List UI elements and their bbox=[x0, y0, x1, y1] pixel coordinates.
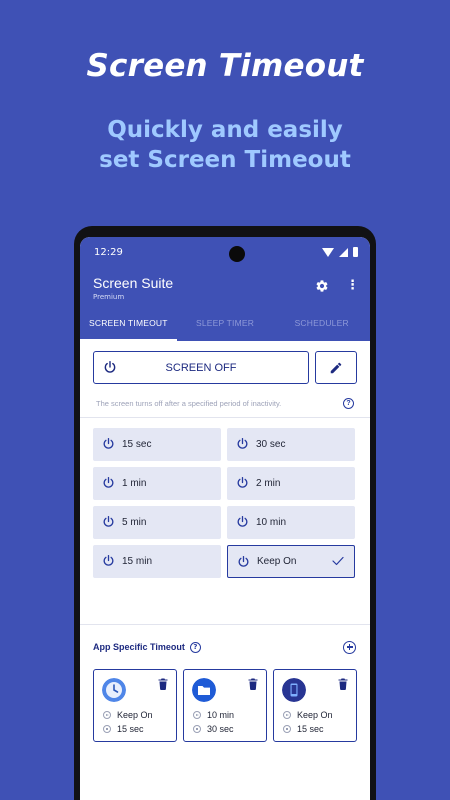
wifi-icon bbox=[322, 248, 334, 257]
stop-icon bbox=[103, 725, 111, 733]
tab-screen-timeout[interactable]: SCREEN TIMEOUT bbox=[80, 315, 177, 341]
timeout-option-label: 5 min bbox=[122, 517, 147, 528]
power-icon bbox=[103, 476, 114, 488]
add-circle-icon[interactable] bbox=[343, 640, 356, 654]
timeout-option-label: 30 sec bbox=[256, 439, 286, 450]
timeout-option-label: Keep On bbox=[257, 556, 297, 567]
card-off-value: 15 sec bbox=[117, 724, 144, 734]
power-icon bbox=[103, 437, 114, 449]
timeout-option-15-min[interactable]: 15 min bbox=[93, 545, 221, 578]
promo-subtitle-line-2: set Screen Timeout bbox=[99, 147, 351, 173]
edit-button[interactable] bbox=[315, 351, 357, 384]
files-app-icon bbox=[192, 678, 216, 702]
timeout-option-keep-on[interactable]: Keep On bbox=[227, 545, 355, 578]
screen-off-button[interactable]: SCREEN OFF bbox=[93, 351, 309, 384]
timeout-option-label: 2 min bbox=[256, 478, 281, 489]
power-icon bbox=[103, 554, 114, 566]
screen-off-row: SCREEN OFF bbox=[93, 351, 357, 384]
play-icon bbox=[283, 711, 291, 719]
status-icons bbox=[322, 247, 358, 257]
play-icon bbox=[193, 711, 201, 719]
card-screen-off-row: 30 sec bbox=[193, 724, 234, 734]
card-on-value: Keep On bbox=[297, 710, 333, 720]
card-screen-off-row: 15 sec bbox=[103, 724, 144, 734]
app-timeout-cards: Keep On 15 sec 10 min 30 sec Keep On 15 … bbox=[93, 669, 357, 742]
checkmark-icon bbox=[332, 556, 344, 566]
card-screen-on-row: Keep On bbox=[103, 710, 153, 720]
phone-screen: 12:29 Screen Suite Premium ⋮ SCREEN TIME… bbox=[80, 237, 370, 800]
app-timeout-card[interactable]: Keep On 15 sec bbox=[93, 669, 177, 742]
card-off-value: 30 sec bbox=[207, 724, 234, 734]
timeout-option-10-min[interactable]: 10 min bbox=[227, 506, 355, 539]
app-tier-label: Premium bbox=[93, 293, 125, 301]
timeout-options-grid: 15 sec 30 sec 1 min 2 min 5 min 10 min 1… bbox=[93, 428, 357, 578]
trash-icon[interactable] bbox=[158, 678, 168, 690]
play-icon bbox=[103, 711, 111, 719]
timeout-option-label: 15 min bbox=[122, 556, 153, 567]
help-icon[interactable]: ? bbox=[343, 397, 354, 409]
promo-title: Screen Timeout bbox=[86, 48, 364, 84]
tab-bar: SCREEN TIMEOUT SLEEP TIMER SCHEDULER bbox=[80, 315, 370, 341]
timeout-option-label: 10 min bbox=[256, 517, 287, 528]
timeout-hint: The screen turns off after a specified p… bbox=[93, 393, 357, 413]
card-screen-off-row: 15 sec bbox=[283, 724, 324, 734]
app-bar: 12:29 Screen Suite Premium ⋮ SCREEN TIME… bbox=[80, 237, 370, 341]
settings-gear-icon[interactable] bbox=[315, 279, 329, 293]
promo-subtitle-line-1: Quickly and easily bbox=[107, 117, 343, 143]
clock-app-icon bbox=[102, 678, 126, 702]
app-title: Screen Suite bbox=[93, 275, 174, 291]
tab-scheduler[interactable]: SCHEDULER bbox=[273, 315, 370, 341]
timeout-option-label: 15 sec bbox=[122, 439, 152, 450]
card-screen-on-row: 10 min bbox=[193, 710, 234, 720]
battery-icon bbox=[353, 247, 358, 257]
timeout-option-30-sec[interactable]: 30 sec bbox=[227, 428, 355, 461]
promo-subtitle: Quickly and easily set Screen Timeout bbox=[0, 115, 450, 175]
timeout-option-15-sec[interactable]: 15 sec bbox=[93, 428, 221, 461]
camera-cutout bbox=[229, 246, 245, 262]
power-icon bbox=[237, 437, 248, 449]
card-on-value: Keep On bbox=[117, 710, 153, 720]
stop-icon bbox=[193, 725, 201, 733]
screen-off-label: SCREEN OFF bbox=[165, 361, 237, 374]
status-bar: 12:29 bbox=[94, 246, 358, 262]
stop-icon bbox=[283, 725, 291, 733]
timeout-option-label: 1 min bbox=[122, 478, 147, 489]
status-time: 12:29 bbox=[94, 247, 123, 258]
main-content: SCREEN OFF The screen turns off after a … bbox=[80, 351, 370, 742]
power-icon bbox=[237, 515, 248, 527]
power-icon bbox=[237, 476, 248, 488]
divider bbox=[80, 624, 370, 625]
timeout-hint-text: The screen turns off after a specified p… bbox=[96, 398, 282, 408]
timeout-option-1-min[interactable]: 1 min bbox=[93, 467, 221, 500]
app-specific-title: App Specific Timeout bbox=[93, 642, 185, 652]
timeout-option-2-min[interactable]: 2 min bbox=[227, 467, 355, 500]
app-timeout-card[interactable]: 10 min 30 sec bbox=[183, 669, 267, 742]
help-icon[interactable]: ? bbox=[189, 641, 201, 653]
divider bbox=[80, 417, 370, 418]
power-icon bbox=[103, 515, 114, 527]
phone-app-icon bbox=[282, 678, 306, 702]
app-timeout-card[interactable]: Keep On 15 sec bbox=[273, 669, 357, 742]
more-vert-icon[interactable]: ⋮ bbox=[346, 279, 359, 293]
card-on-value: 10 min bbox=[207, 710, 235, 720]
app-specific-header: App Specific Timeout ? bbox=[93, 639, 357, 655]
trash-icon[interactable] bbox=[248, 678, 258, 690]
tab-sleep-timer[interactable]: SLEEP TIMER bbox=[177, 315, 274, 341]
trash-icon[interactable] bbox=[338, 678, 348, 690]
pencil-icon bbox=[330, 362, 342, 373]
timeout-option-5-min[interactable]: 5 min bbox=[93, 506, 221, 539]
signal-icon bbox=[339, 248, 348, 257]
card-screen-on-row: Keep On bbox=[283, 710, 333, 720]
card-off-value: 15 sec bbox=[297, 724, 324, 734]
power-icon bbox=[238, 555, 249, 567]
